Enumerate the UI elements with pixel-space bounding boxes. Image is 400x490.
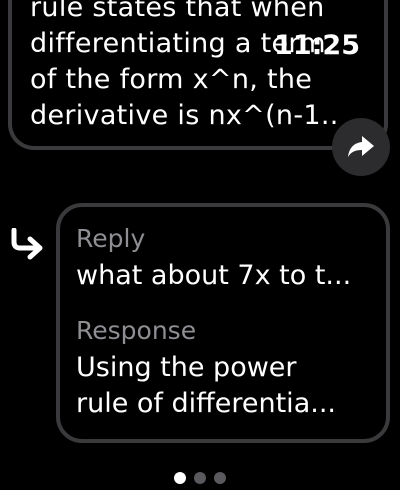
response-label: Response bbox=[76, 316, 197, 345]
page-dot bbox=[214, 472, 226, 484]
page-dot bbox=[194, 472, 206, 484]
reply-text: what about 7x to t... bbox=[76, 260, 352, 291]
page-dot-active bbox=[174, 472, 186, 484]
page-indicator bbox=[0, 472, 400, 486]
previous-message-line: of the form x^n, the bbox=[30, 64, 313, 95]
status-time: 11:25 bbox=[274, 30, 360, 61]
previous-message-text: rule states that when differentiating a … bbox=[30, 0, 380, 134]
previous-message-line: rule states that when bbox=[30, 0, 325, 23]
response-text-line: Using the power bbox=[76, 352, 297, 383]
share-button[interactable] bbox=[332, 118, 390, 176]
response-text-line: rule of differentia... bbox=[76, 388, 336, 419]
reply-label: Reply bbox=[76, 224, 146, 253]
previous-message-line: derivative is nx^(n-1.. bbox=[30, 100, 339, 131]
reply-arrow-icon bbox=[11, 228, 43, 260]
share-arrow-icon bbox=[348, 136, 374, 157]
